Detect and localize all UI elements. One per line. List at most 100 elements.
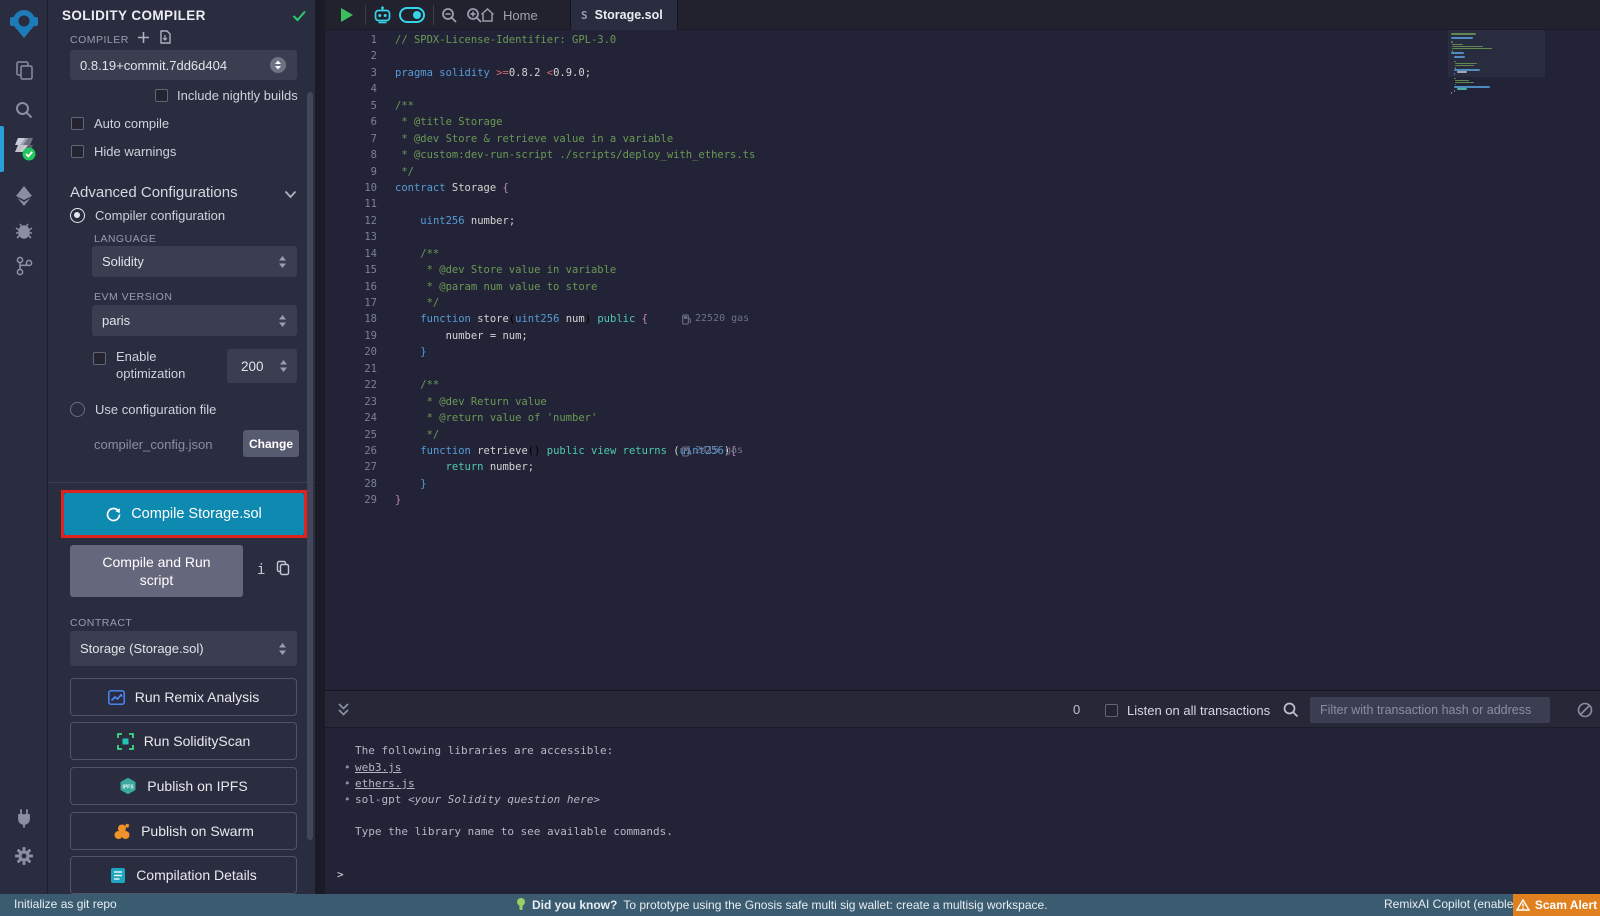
code-line[interactable]: * @dev Return value bbox=[395, 394, 1440, 410]
plugin-manager-icon[interactable] bbox=[0, 800, 48, 836]
compiled-check-icon bbox=[292, 10, 307, 22]
code-editor[interactable]: 1234567891011121314151617181920212223242… bbox=[325, 30, 1600, 720]
bullet: • bbox=[344, 761, 351, 774]
info-icon[interactable]: i bbox=[257, 562, 265, 578]
search-transactions-icon[interactable] bbox=[1283, 702, 1299, 718]
include-nightly-label: Include nightly builds bbox=[177, 88, 298, 103]
use-config-file-radio[interactable] bbox=[70, 402, 85, 417]
code-line[interactable]: */ bbox=[395, 164, 1440, 180]
chevron-down-icon[interactable] bbox=[284, 190, 297, 199]
tab-storage-sol[interactable]: S Storage.sol bbox=[570, 0, 678, 30]
copilot-toggle[interactable] bbox=[399, 7, 425, 23]
terminal-prompt[interactable]: > bbox=[337, 868, 344, 881]
hide-warnings-checkbox[interactable] bbox=[71, 145, 84, 158]
advanced-config-header[interactable]: Advanced Configurations bbox=[70, 184, 238, 201]
run-script-play-icon[interactable] bbox=[340, 7, 354, 23]
zoom-out-icon[interactable] bbox=[441, 7, 458, 24]
git-icon[interactable] bbox=[0, 248, 48, 284]
listen-all-transactions-checkbox[interactable] bbox=[1105, 704, 1118, 717]
solidity-compiler-panel: SOLIDITY COMPILER COMPILER 0.8.19+commit… bbox=[48, 0, 315, 894]
compile-button[interactable]: Compile Storage.sol bbox=[64, 493, 304, 535]
optimization-runs-input[interactable]: 200 bbox=[227, 349, 297, 383]
clear-console-icon[interactable] bbox=[1577, 702, 1593, 718]
code-content[interactable]: // SPDX-License-Identifier: GPL-3.0 pragm… bbox=[395, 32, 1440, 509]
enable-optimization-checkbox[interactable] bbox=[93, 352, 106, 365]
language-select[interactable]: Solidity bbox=[92, 246, 297, 277]
code-line[interactable] bbox=[395, 361, 1440, 377]
git-init-button[interactable]: Initialize as git repo bbox=[14, 897, 117, 911]
ai-assistant-icon[interactable] bbox=[373, 6, 392, 24]
import-compiler-icon[interactable] bbox=[158, 30, 172, 45]
code-line[interactable]: return number; bbox=[395, 459, 1440, 475]
run-remix-analysis-button[interactable]: Run Remix Analysis bbox=[70, 678, 297, 716]
debugger-icon[interactable] bbox=[0, 212, 48, 248]
code-line[interactable] bbox=[395, 48, 1440, 64]
terminal-output[interactable]: The following libraries are accessible: … bbox=[325, 728, 1600, 894]
compiler-config-radio[interactable] bbox=[70, 208, 85, 223]
run-solidityscan-button[interactable]: Run SolidityScan bbox=[70, 722, 297, 760]
solidity-compiler-icon[interactable] bbox=[0, 130, 48, 170]
topbar-divider bbox=[365, 5, 366, 25]
publish-on-ipfs-button[interactable]: IPFS Publish on IPFS bbox=[70, 767, 297, 805]
code-line[interactable]: contract Storage { bbox=[395, 180, 1440, 196]
web3-link[interactable]: web3.js bbox=[355, 761, 401, 774]
code-line[interactable]: /** bbox=[395, 246, 1440, 262]
code-line[interactable]: } bbox=[395, 476, 1440, 492]
stepper-arrows-icon[interactable] bbox=[279, 359, 288, 373]
transaction-filter-input[interactable] bbox=[1310, 697, 1550, 723]
minimap-line bbox=[1454, 90, 1455, 92]
code-line[interactable]: * @param num value to store bbox=[395, 279, 1440, 295]
minimap[interactable] bbox=[1448, 30, 1545, 720]
deploy-run-icon[interactable] bbox=[0, 178, 48, 214]
minimap-line bbox=[1457, 71, 1466, 73]
contract-value: Storage (Storage.sol) bbox=[80, 641, 204, 656]
line-number: 6 bbox=[325, 114, 377, 130]
compiler-version-select[interactable]: 0.8.19+commit.7dd6d404 bbox=[70, 50, 297, 80]
auto-compile-checkbox[interactable] bbox=[71, 117, 84, 130]
code-line[interactable]: number = num; bbox=[395, 328, 1440, 344]
search-icon[interactable] bbox=[0, 92, 48, 128]
ethers-link[interactable]: ethers.js bbox=[355, 777, 415, 790]
code-line[interactable]: function retrieve() public view returns … bbox=[395, 443, 1440, 459]
include-nightly-checkbox[interactable] bbox=[155, 89, 168, 102]
action-label: Run SolidityScan bbox=[144, 733, 251, 749]
add-compiler-icon[interactable] bbox=[137, 31, 150, 44]
code-line[interactable]: function store(uint256 num) public {2252… bbox=[395, 311, 1440, 327]
panel-resize-handle[interactable] bbox=[315, 0, 325, 894]
scam-alert-button[interactable]: Scam Alert bbox=[1513, 894, 1600, 916]
compile-run-label-2: script bbox=[140, 571, 173, 589]
code-line[interactable]: // SPDX-License-Identifier: GPL-3.0 bbox=[395, 32, 1440, 48]
code-line[interactable] bbox=[395, 229, 1440, 245]
remix-logo[interactable] bbox=[0, 6, 48, 42]
copilot-status[interactable]: RemixAI Copilot (enabled) bbox=[1384, 897, 1524, 911]
compile-and-run-button[interactable]: Compile and Run script bbox=[70, 545, 243, 597]
contract-select[interactable]: Storage (Storage.sol) bbox=[70, 631, 297, 666]
code-line[interactable]: uint256 number; bbox=[395, 213, 1440, 229]
file-explorer-icon[interactable] bbox=[0, 52, 48, 88]
collapse-terminal-icon[interactable] bbox=[337, 702, 350, 718]
code-line[interactable]: */ bbox=[395, 427, 1440, 443]
code-line[interactable]: } bbox=[395, 492, 1440, 508]
code-line[interactable]: * @custom:dev-run-script ./scripts/deplo… bbox=[395, 147, 1440, 163]
evm-version-select[interactable]: paris bbox=[92, 305, 297, 336]
code-line[interactable] bbox=[395, 81, 1440, 97]
code-line[interactable]: } bbox=[395, 344, 1440, 360]
code-line[interactable]: * @title Storage bbox=[395, 114, 1440, 130]
code-line[interactable]: pragma solidity >=0.8.2 <0.9.0; bbox=[395, 65, 1440, 81]
copy-icon[interactable] bbox=[276, 560, 290, 576]
settings-icon[interactable] bbox=[0, 838, 48, 874]
action-label: Publish on Swarm bbox=[141, 823, 254, 839]
code-line[interactable]: */ bbox=[395, 295, 1440, 311]
code-line[interactable]: * @return value of 'number' bbox=[395, 410, 1440, 426]
code-line[interactable]: * @dev Store & retrieve value in a varia… bbox=[395, 131, 1440, 147]
code-line[interactable]: /** bbox=[395, 98, 1440, 114]
compilation-details-button[interactable]: Compilation Details bbox=[70, 856, 297, 894]
code-line[interactable]: /** bbox=[395, 377, 1440, 393]
side-panel-scrollbar[interactable] bbox=[307, 92, 313, 840]
change-config-button[interactable]: Change bbox=[243, 430, 299, 457]
code-line[interactable] bbox=[395, 196, 1440, 212]
publish-on-swarm-button[interactable]: Publish on Swarm bbox=[70, 812, 297, 850]
code-line[interactable]: * @dev Store value in variable bbox=[395, 262, 1440, 278]
tab-home[interactable]: Home bbox=[480, 0, 538, 30]
line-number: 1 bbox=[325, 32, 377, 48]
